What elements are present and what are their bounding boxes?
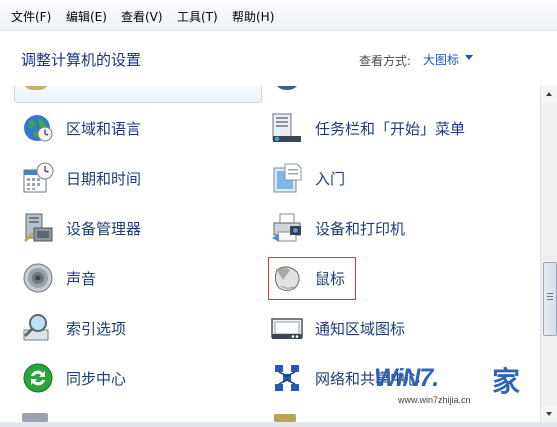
item-label: 声音 [66,270,97,288]
partial-item-icon [274,86,300,90]
arrow-up-icon [546,92,552,96]
item-label: 任务栏和「开始」菜单 [315,120,466,138]
calendar-clock-icon [23,162,54,193]
item-notification-area-icons[interactable]: 通知区域图标 [271,308,511,348]
item-label: 日期和时间 [66,170,142,188]
vertical-scrollbar[interactable] [540,86,557,422]
item-devices-printers[interactable]: 设备和打印机 [271,208,511,248]
grip-line [547,293,553,294]
item-taskbar-start-menu[interactable]: 任务栏和「开始」菜单 [271,108,511,148]
device-manager-icon [24,213,53,242]
view-by-dropdown[interactable]: 大图标 [423,51,459,68]
network-icon [275,365,299,391]
grip-line [547,296,553,297]
partial-item-icon [22,413,48,422]
item-sync-center[interactable]: 同步中心 [22,358,262,398]
item-indexing-options[interactable]: 索引选项 [22,308,262,348]
sync-center-icon [23,363,53,393]
arrow-down-icon [546,412,552,416]
partial-item-tile[interactable] [14,86,262,103]
magnifier-icon [23,314,49,341]
scrollbar-thumb[interactable] [543,262,557,336]
watermark-logo: WiN7. 家 www.win7zhijia.cn [368,360,538,420]
scroll-down-button[interactable] [541,405,557,422]
item-label: 索引选项 [66,320,127,338]
item-label: 入门 [315,170,346,188]
grip-line [547,299,553,300]
control-panel-header: 调整计算机的设置 查看方式: 大图标 [0,31,557,86]
item-region-language[interactable]: 区域和语言 [22,108,262,148]
item-label: 同步中心 [66,370,127,388]
getting-started-icon [273,163,302,193]
item-sound[interactable]: 声音 [22,258,262,298]
item-label: 设备管理器 [66,220,142,238]
menu-tools[interactable]: 工具(T) [177,8,218,25]
watermark-url: www.win7zhijia.cn [398,395,471,405]
menu-bar: 文件(F) 编辑(E) 查看(V) 工具(T) 帮助(H) [0,0,557,31]
menu-edit[interactable]: 编辑(E) [66,8,107,25]
taskbar-icon [272,113,301,142]
globe-clock-icon [24,115,53,142]
highlight-box [268,257,356,300]
scroll-up-button[interactable] [541,86,557,103]
window-bottom-edge [0,422,557,427]
printer-camera-icon [272,213,301,242]
speaker-icon [23,263,53,293]
item-getting-started[interactable]: 入门 [271,158,511,198]
page-title: 调整计算机的设置 [21,51,142,69]
watermark-brand-suffix: 家 [492,365,521,398]
item-device-manager[interactable]: 设备管理器 [22,208,262,248]
item-label: 区域和语言 [66,120,142,138]
notification-area-icon [271,318,303,339]
partial-item-icon [274,414,296,422]
item-label: 通知区域图标 [315,320,406,338]
item-date-time[interactable]: 日期和时间 [22,158,262,198]
menu-help[interactable]: 帮助(H) [232,8,274,25]
watermark-brand: WiN7. [374,364,439,392]
menu-file[interactable]: 文件(F) [11,8,51,25]
menu-view[interactable]: 查看(V) [121,8,163,25]
chevron-down-icon[interactable] [465,55,473,60]
item-label: 设备和打印机 [315,220,406,238]
view-by-label: 查看方式: [359,54,412,68]
